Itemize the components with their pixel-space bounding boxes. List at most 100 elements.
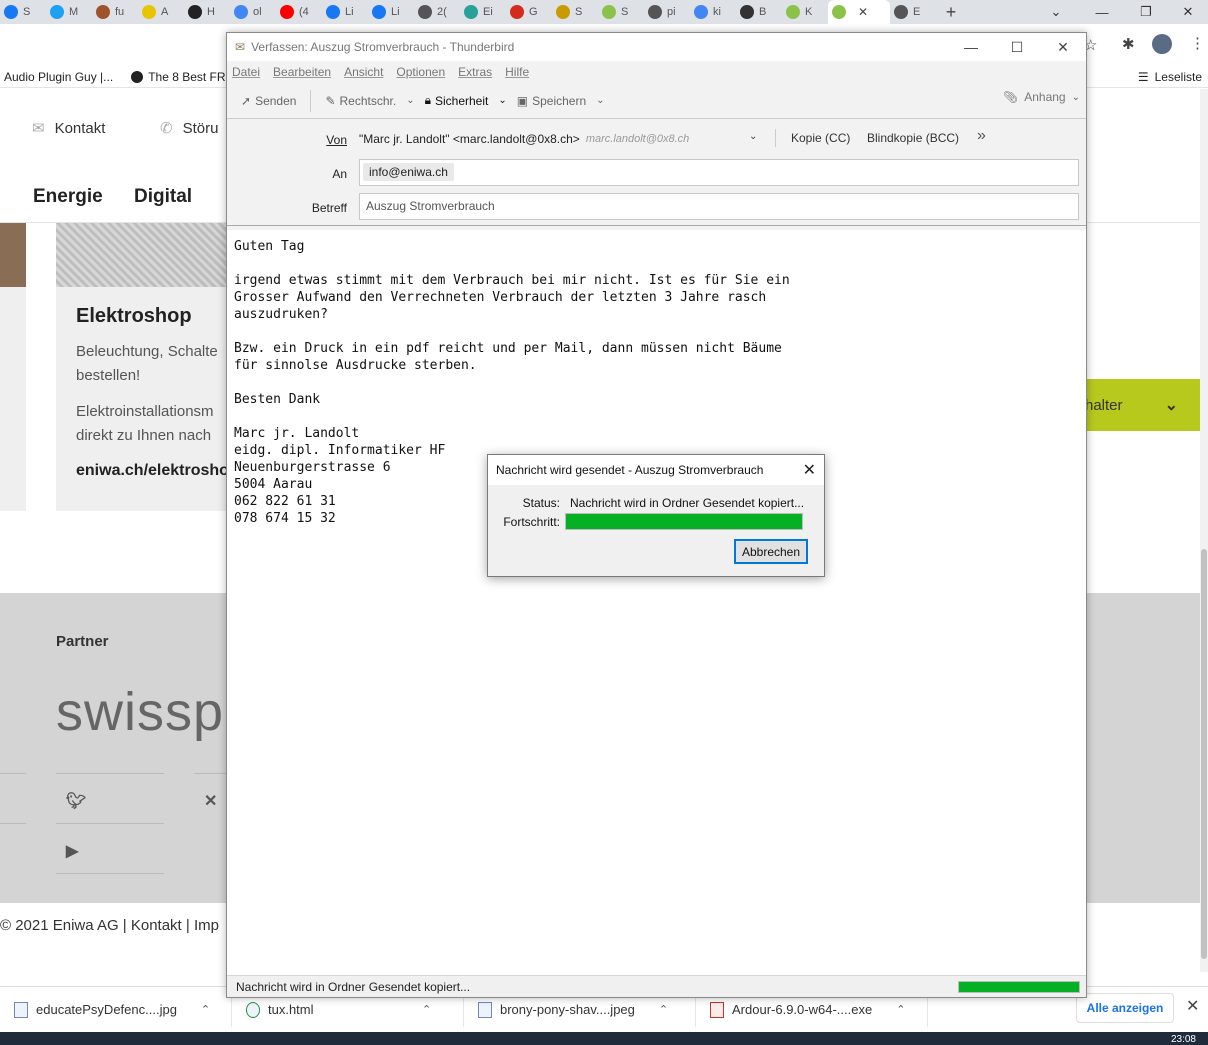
menu-hilfe[interactable]: Hilfe xyxy=(505,65,529,79)
lock-icon: 🔒︎ xyxy=(424,93,431,107)
avatar[interactable] xyxy=(1152,34,1172,54)
browser-tab[interactable]: E xyxy=(890,0,936,24)
browser-tab[interactable]: S xyxy=(552,0,598,24)
restore-browser-button[interactable]: ❐ xyxy=(1124,0,1168,24)
progress-label: Fortschritt: xyxy=(503,515,560,529)
recipient-pill[interactable]: info@eniwa.ch xyxy=(363,163,454,181)
xing-icon[interactable]: ✕ xyxy=(204,791,217,811)
nav-kontakt[interactable]: ✉ Kontakt xyxy=(32,119,105,138)
tab-favicon-icon xyxy=(4,5,18,19)
chevron-up-icon[interactable]: ⌃ xyxy=(201,1003,210,1016)
windows-taskbar xyxy=(0,1032,1208,1045)
browser-tab[interactable]: S xyxy=(0,0,46,24)
divider xyxy=(56,873,164,874)
bookmark-item[interactable]: The 8 Best FRE xyxy=(131,70,234,84)
close-window-button[interactable]: ✕ xyxy=(1040,33,1086,61)
browser-tab[interactable]: (4 xyxy=(276,0,322,24)
more-fields-icon[interactable]: » xyxy=(977,127,986,145)
youtube-icon[interactable]: ▶ xyxy=(66,841,78,861)
chevron-down-icon[interactable]: ⌄ xyxy=(498,95,506,106)
maximize-button[interactable]: ☐ xyxy=(994,33,1040,61)
tab-favicon-icon xyxy=(372,5,386,19)
card-text: Beleuchtung, Schalte bestellen! xyxy=(76,343,218,384)
tab-search-icon[interactable]: ⌄ xyxy=(1034,0,1078,24)
menu-ansicht[interactable]: Ansicht xyxy=(344,65,383,79)
chevron-up-icon[interactable]: ⌃ xyxy=(896,1003,905,1016)
menu-bearbeiten[interactable]: Bearbeiten xyxy=(273,65,331,79)
close-dialog-icon[interactable]: ✕ xyxy=(803,460,816,480)
from-select[interactable]: "Marc jr. Landolt" <marc.landolt@0x8.ch>… xyxy=(359,129,769,149)
to-field[interactable]: info@eniwa.ch xyxy=(359,159,1079,186)
menu-extras[interactable]: Extras xyxy=(458,65,492,79)
browser-tab[interactable]: Ei xyxy=(460,0,506,24)
minimize-button[interactable]: — xyxy=(948,33,994,61)
bcc-button[interactable]: Blindkopie (BCC) xyxy=(867,131,959,145)
close-tab-icon[interactable]: ✕ xyxy=(858,5,868,19)
chevron-down-icon[interactable]: ⌄ xyxy=(596,95,604,106)
subject-input[interactable]: Auszug Stromverbrauch xyxy=(359,193,1079,220)
partner-heading: Partner xyxy=(56,633,109,650)
browser-tab[interactable]: fu xyxy=(92,0,138,24)
browser-tab[interactable]: Li xyxy=(368,0,414,24)
chevron-down-icon[interactable]: ⌄ xyxy=(406,95,414,106)
security-button[interactable]: 🔒︎ Sicherheit xyxy=(421,90,493,111)
reading-list-button[interactable]: ☰ Leseliste xyxy=(1138,66,1202,88)
browser-tab[interactable]: K xyxy=(782,0,828,24)
browser-tab[interactable]: M xyxy=(46,0,92,24)
new-tab-button[interactable]: + xyxy=(936,2,966,23)
nav-stoerung[interactable]: ✆ Störu xyxy=(160,119,218,138)
close-browser-button[interactable]: ✕ xyxy=(1166,0,1208,24)
browser-tab[interactable]: ✕ xyxy=(828,0,890,24)
elektroshop-card[interactable]: Elektroshop Beleuchtung, Schalte bestelle… xyxy=(56,287,229,511)
browser-tab[interactable]: H xyxy=(184,0,230,24)
browser-tab[interactable]: B xyxy=(736,0,782,24)
cancel-button[interactable]: Abbrechen xyxy=(734,539,808,564)
tab-favicon-icon xyxy=(326,5,340,19)
browser-tab[interactable]: ki xyxy=(690,0,736,24)
browser-tab[interactable]: Li xyxy=(322,0,368,24)
twitter-icon[interactable]: 🐦︎ xyxy=(66,791,86,811)
menu-energie[interactable]: Energie xyxy=(33,186,103,208)
send-button[interactable]: ➚ Senden xyxy=(237,91,300,111)
tab-favicon-icon xyxy=(510,5,524,19)
tab-label: 2( xyxy=(437,6,447,18)
tab-label: K xyxy=(805,6,813,18)
tab-label: M xyxy=(69,6,79,18)
tab-favicon-icon xyxy=(740,5,754,19)
save-button[interactable]: ▣ Speichern xyxy=(513,91,590,111)
browser-tab[interactable]: A xyxy=(138,0,184,24)
browser-tab[interactable]: S xyxy=(598,0,644,24)
tab-label: Li xyxy=(345,6,354,18)
chevron-down-icon[interactable]: ⌄ xyxy=(749,131,757,142)
menu-optionen[interactable]: Optionen xyxy=(396,65,445,79)
browser-tab[interactable]: 2( xyxy=(414,0,460,24)
tab-label: ki xyxy=(713,6,721,18)
copyright-text: © 2021 Eniwa AG | Kontakt | Imp xyxy=(0,917,219,934)
browser-tab[interactable]: G xyxy=(506,0,552,24)
show-all-downloads-button[interactable]: Alle anzeigen xyxy=(1076,993,1174,1023)
bookmark-item[interactable]: Audio Plugin Guy |... xyxy=(4,70,113,84)
close-downloads-icon[interactable]: ✕ xyxy=(1186,996,1199,1016)
card-link[interactable]: eniwa.ch/elektrosho xyxy=(76,462,229,480)
reading-list-icon: ☰ xyxy=(1137,70,1149,84)
menu-datei[interactable]: Datei xyxy=(232,65,260,79)
tab-label: A xyxy=(161,6,169,18)
attach-button[interactable]: 📎︎ Anhang ⌄ xyxy=(1003,90,1080,104)
menu-digital[interactable]: Digital xyxy=(134,186,192,208)
download-item[interactable]: educatePsyDefenc....jpg ⌃ xyxy=(0,992,232,1027)
chevron-up-icon[interactable]: ⌃ xyxy=(659,1003,668,1016)
minimize-browser-button[interactable]: — xyxy=(1080,0,1124,24)
chevron-up-icon[interactable]: ⌃ xyxy=(422,1003,431,1016)
spelling-button[interactable]: ✎ Rechtschr. xyxy=(321,91,400,111)
browser-menu-icon[interactable]: ⋮ xyxy=(1190,34,1205,52)
page-scrollbar-thumb[interactable] xyxy=(1201,549,1207,959)
chevron-down-icon[interactable]: ⌄ xyxy=(1072,92,1080,103)
browser-tab[interactable]: ol xyxy=(230,0,276,24)
to-label: An xyxy=(332,167,347,181)
extensions-icon[interactable]: ✱ xyxy=(1122,35,1135,53)
accordion-bar[interactable]: halter ⌄ xyxy=(1085,379,1200,431)
divider xyxy=(0,773,26,774)
cc-button[interactable]: Kopie (CC) xyxy=(791,131,850,145)
message-body[interactable]: Guten Tag irgend etwas stimmt mit dem Ve… xyxy=(227,230,1086,976)
browser-tab[interactable]: pi xyxy=(644,0,690,24)
